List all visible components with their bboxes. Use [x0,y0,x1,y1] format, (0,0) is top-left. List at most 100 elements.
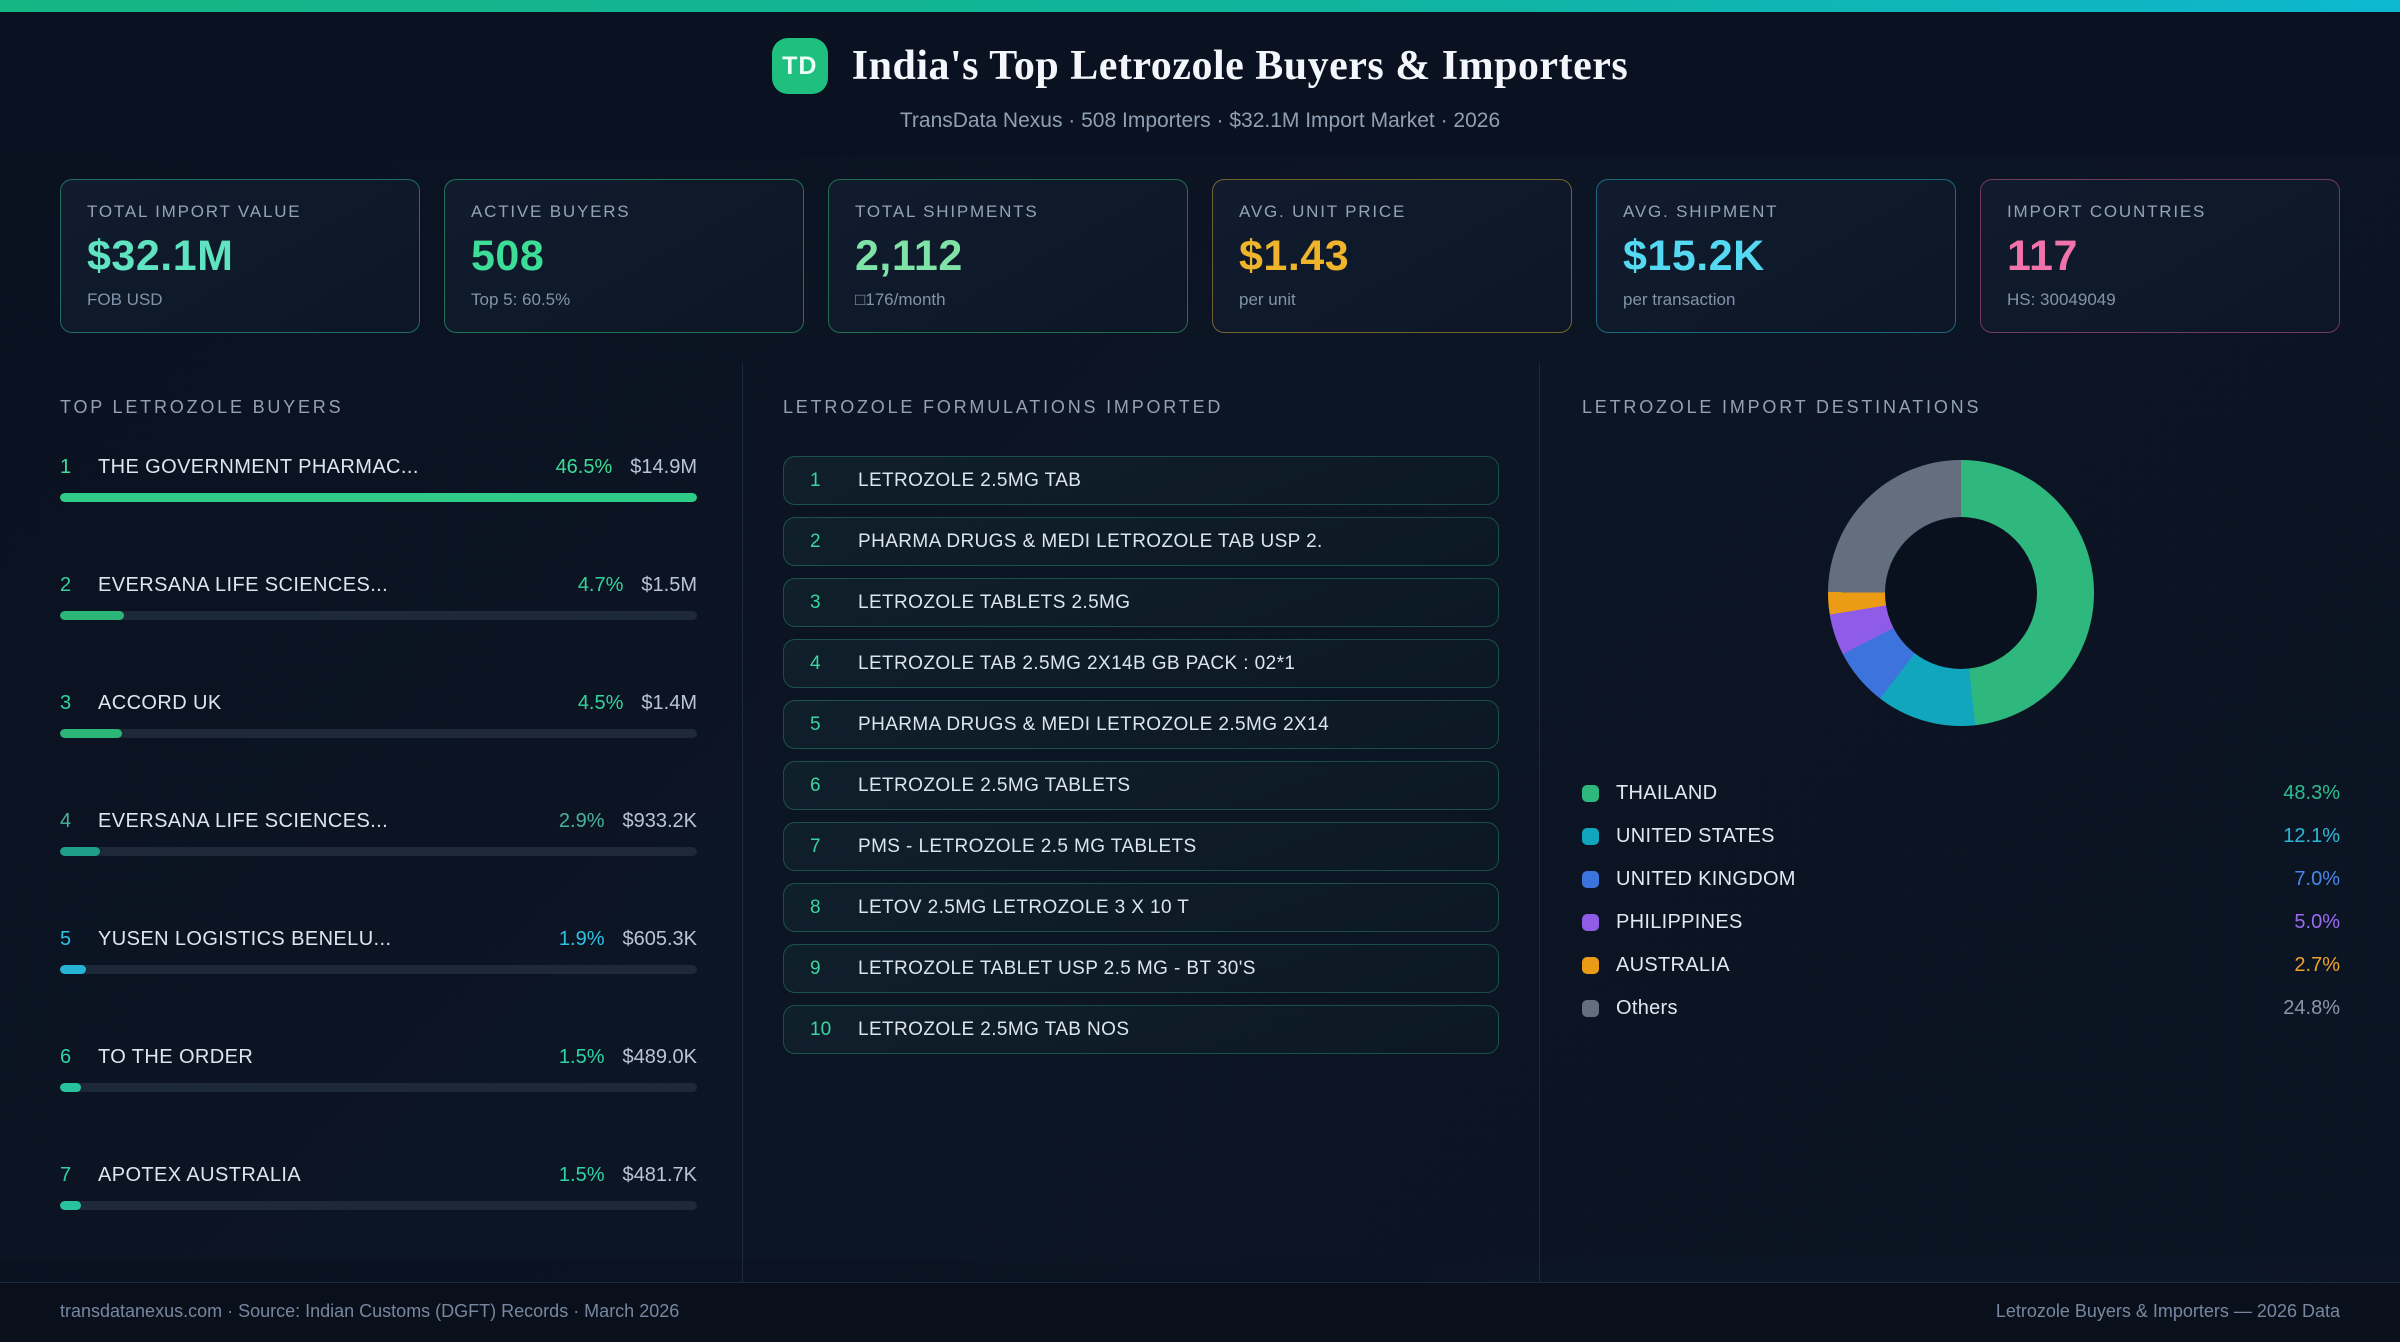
formulation-pill[interactable]: 5 PHARMA DRUGS & MEDI LETROZOLE 2.5MG 2X… [783,700,1499,749]
legend-pct: 48.3% [2283,782,2340,804]
buyer-name: APOTEX AUSTRALIA [98,1164,302,1186]
legend-swatch [1582,1000,1599,1017]
legend-label: AUSTRALIA [1616,954,1730,976]
buyer-rank: 3 [60,692,72,714]
buyer-name: TO THE ORDER [98,1046,254,1068]
page-subtitle: TransData Nexus · 508 Importers · $32.1M… [899,109,1501,132]
buyer-row[interactable]: 4 EVERSANA LIFE SCIENCES... 2.9% $933.2K [60,810,697,856]
buyers-panel: TOP LETROZOLE BUYERS 1 THE GOVERNMENT PH… [0,363,742,1282]
buyer-rank: 1 [60,456,72,478]
stat-sub: □176/month [855,290,946,309]
stat-card-active-buyers: ACTIVE BUYERS 508 Top 5: 60.5% [444,179,804,333]
buyer-value: $489.0K [622,1046,697,1068]
formulation-name: LETROZOLE 2.5MG TABLETS [858,774,1131,796]
stat-sub: per unit [1239,290,1296,309]
donut-chart [1828,460,2094,726]
buyer-row[interactable]: 6 TO THE ORDER 1.5% $489.0K [60,1046,697,1092]
buyer-progress-fill [60,847,100,856]
buyers-section-title: TOP LETROZOLE BUYERS [60,397,344,417]
legend-swatch [1582,957,1599,974]
formulation-rank: 4 [810,652,821,674]
footer-right-text: Letrozole Buyers & Importers — 2026 Data [1995,1301,2340,1321]
formulations-section-title: LETROZOLE FORMULATIONS IMPORTED [783,397,1224,417]
buyer-progress-track [60,729,697,738]
buyer-share-pct: 4.5% [577,692,624,714]
legend-row: UNITED STATES 12.1% [1582,825,2340,848]
legend-swatch [1582,785,1599,802]
formulation-pill[interactable]: 7 PMS - LETROZOLE 2.5 MG TABLETS [783,822,1499,871]
buyer-row[interactable]: 1 THE GOVERNMENT PHARMAC... 46.5% $14.9M [60,456,697,502]
buyer-name: YUSEN LOGISTICS BENELU... [98,928,392,950]
formulation-pill[interactable]: 8 LETOV 2.5MG LETROZOLE 3 X 10 T [783,883,1499,932]
destinations-legend: THAILAND 48.3% UNITED STATES 12.1% UNITE… [1582,782,2340,1020]
formulation-rank: 10 [810,1018,832,1040]
formulation-pill[interactable]: 6 LETROZOLE 2.5MG TABLETS [783,761,1499,810]
footer-site-link[interactable]: transdatanexus.com [60,1301,222,1321]
buyers-list: 1 THE GOVERNMENT PHARMAC... 46.5% $14.9M… [60,456,697,1210]
buyer-share-pct: 1.5% [558,1164,605,1186]
stat-sub: FOB USD [87,290,163,309]
formulation-rank: 6 [810,774,821,796]
buyer-share-pct: 1.5% [558,1046,605,1068]
header: TD India's Top Letrozole Buyers & Import… [0,12,2400,157]
buyer-progress-track [60,1083,697,1092]
legend-label: Others [1616,997,1678,1019]
destinations-panel: LETROZOLE IMPORT DESTINATIONS THAILAND 4… [1540,363,2400,1282]
buyer-name: ACCORD UK [98,692,222,714]
legend-swatch [1582,871,1599,888]
formulation-name: PHARMA DRUGS & MEDI LETROZOLE TAB USP 2. [858,530,1323,552]
buyer-name: EVERSANA LIFE SCIENCES... [98,810,389,832]
legend-pct: 24.8% [2283,997,2340,1019]
donut-hole [1885,517,2037,669]
buyer-share-pct: 46.5% [555,456,613,478]
formulation-pill[interactable]: 2 PHARMA DRUGS & MEDI LETROZOLE TAB USP … [783,517,1499,566]
buyer-value: $605.3K [622,928,697,950]
formulation-name: LETROZOLE TAB 2.5MG 2X14B GB PACK : 02*1 [858,652,1296,674]
buyer-value: $933.2K [622,810,697,832]
buyer-rank: 6 [60,1046,72,1068]
buyer-value: $481.7K [622,1164,697,1186]
stat-value: 117 [2007,232,2078,280]
formulation-rank: 1 [810,469,821,491]
buyer-share-pct: 4.7% [577,574,624,596]
formulations-panel: LETROZOLE FORMULATIONS IMPORTED 1 LETROZ… [742,363,1540,1282]
legend-row: UNITED KINGDOM 7.0% [1582,868,2340,891]
stat-label: TOTAL IMPORT VALUE [87,202,302,221]
legend-pct: 7.0% [2294,868,2340,890]
formulation-pill[interactable]: 3 LETROZOLE TABLETS 2.5MG [783,578,1499,627]
buyer-row[interactable]: 7 APOTEX AUSTRALIA 1.5% $481.7K [60,1164,697,1210]
buyer-row[interactable]: 3 ACCORD UK 4.5% $1.4M [60,692,697,738]
buyer-rank: 4 [60,810,72,832]
legend-swatch [1582,828,1599,845]
stat-label: ACTIVE BUYERS [471,202,631,221]
formulation-pill[interactable]: 4 LETROZOLE TAB 2.5MG 2X14B GB PACK : 02… [783,639,1499,688]
formulation-name: PMS - LETROZOLE 2.5 MG TABLETS [858,835,1197,857]
formulation-rank: 3 [810,591,821,613]
formulation-pill[interactable]: 10 LETROZOLE 2.5MG TAB NOS [783,1005,1499,1054]
buyer-name: THE GOVERNMENT PHARMAC... [98,456,419,478]
legend-row: Others 24.8% [1582,997,2340,1020]
formulation-rank: 9 [810,957,821,979]
buyer-progress-fill [60,729,122,738]
stat-card-import-countries: IMPORT COUNTRIES 117 HS: 30049049 [1980,179,2340,333]
formulation-name: LETROZOLE TABLET USP 2.5 MG - BT 30'S [858,957,1256,979]
formulation-pill[interactable]: 9 LETROZOLE TABLET USP 2.5 MG - BT 30'S [783,944,1499,993]
formulation-rank: 7 [810,835,821,857]
buyer-row[interactable]: 5 YUSEN LOGISTICS BENELU... 1.9% $605.3K [60,928,697,974]
legend-pct: 12.1% [2283,825,2340,847]
stat-label: AVG. UNIT PRICE [1239,202,1407,221]
stat-value: 508 [471,232,545,280]
buyer-progress-fill [60,1201,81,1210]
buyer-value: $1.4M [641,692,697,714]
top-accent-bar [0,0,2400,12]
legend-swatch [1582,914,1599,931]
buyer-progress-track [60,611,697,620]
buyer-progress-track [60,1201,697,1210]
stat-label: AVG. SHIPMENT [1623,202,1779,221]
page-title: India's Top Letrozole Buyers & Importers [851,43,1629,89]
stat-sub: HS: 30049049 [2007,290,2116,309]
footer-source-rest: · Source: Indian Customs (DGFT) Records … [222,1301,680,1321]
formulation-pill[interactable]: 1 LETROZOLE 2.5MG TAB [783,456,1499,505]
buyer-progress-track [60,965,697,974]
buyer-row[interactable]: 2 EVERSANA LIFE SCIENCES... 4.7% $1.5M [60,574,697,620]
